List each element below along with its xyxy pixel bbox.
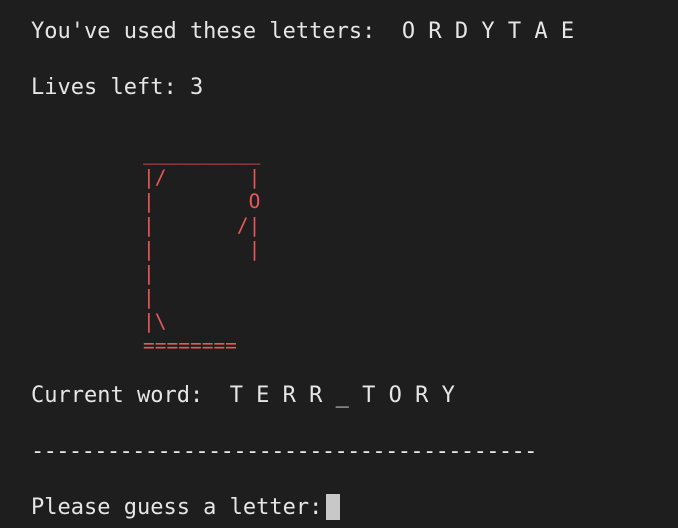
lives-left-label: Lives left: — [31, 75, 177, 100]
used-letters-value: O R D Y T A E — [401, 19, 575, 44]
used-letters-line: You've used these letters: O R D Y T A E — [31, 18, 574, 46]
guess-prompt-label: Please guess a letter: — [31, 495, 323, 520]
divider-line: ---------------------------------------- — [31, 439, 537, 464]
lives-left-count: 3 — [189, 75, 204, 100]
current-word-label: Current word: — [31, 383, 204, 408]
current-word-value: T E R R _ T O R Y — [229, 383, 455, 408]
terminal-window: You've used these letters: O R D Y T A E… — [0, 0, 678, 528]
used-letters-label: You've used these letters: — [31, 19, 376, 44]
terminal-cursor[interactable] — [326, 494, 341, 520]
guess-prompt-line[interactable]: Please guess a letter: — [31, 494, 341, 522]
hangman-gallows-art: __________ |/ | | O | /| | | | | |\ ====… — [143, 142, 261, 357]
lives-left-line: Lives left: 3 — [31, 74, 203, 102]
current-word-line: Current word: T E R R _ T O R Y — [31, 382, 455, 410]
